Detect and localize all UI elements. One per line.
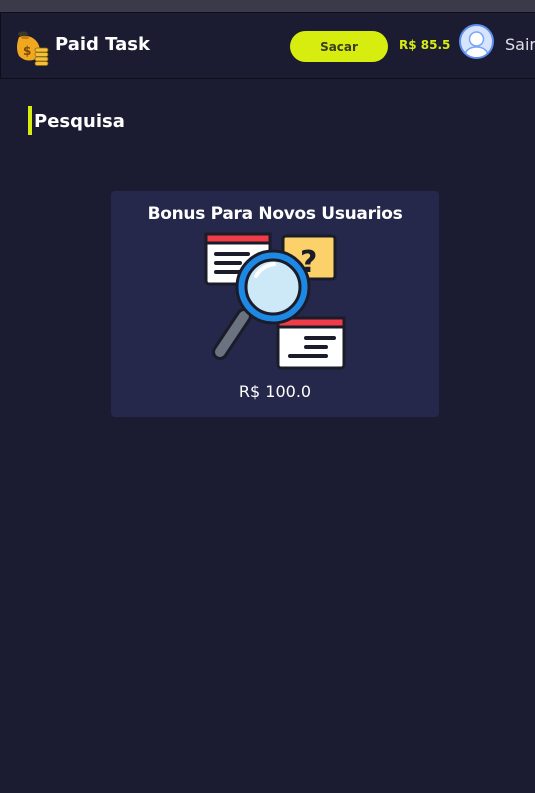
top-navbar: $ Paid Task Sacar R$ 85.5 Sair: [0, 12, 535, 79]
survey-magnifier-icon: ?: [204, 232, 346, 372]
balance-amount: R$ 85.5: [399, 38, 451, 52]
section-title: Pesquisa: [34, 111, 125, 132]
money-bag-icon[interactable]: $: [13, 28, 51, 66]
brand-name[interactable]: Paid Task: [55, 34, 150, 55]
task-price: R$ 100.0: [238, 382, 312, 401]
task-title: Bonus Para Novos Usuarios: [147, 204, 403, 224]
user-avatar-icon[interactable]: [459, 24, 494, 59]
logout-link[interactable]: Sair: [505, 35, 535, 54]
svg-text:$: $: [23, 44, 31, 58]
withdraw-button[interactable]: Sacar: [290, 31, 388, 62]
browser-top-strip: [0, 0, 535, 12]
section-accent-bar: [28, 106, 32, 135]
task-card[interactable]: Bonus Para Novos Usuarios ? R$ 100.0: [111, 191, 439, 417]
